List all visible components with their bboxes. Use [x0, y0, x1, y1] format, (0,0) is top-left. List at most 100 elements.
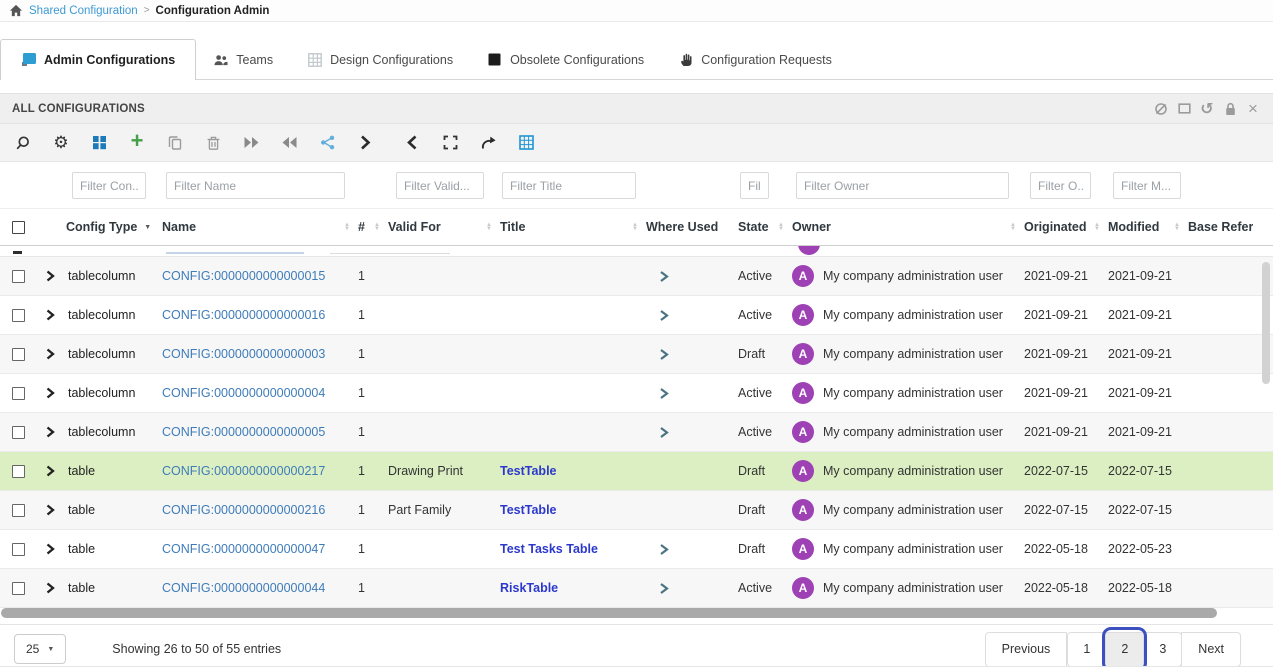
sort-icon[interactable]: ▲▼: [374, 223, 380, 232]
restore-icon[interactable]: [1176, 101, 1192, 117]
page-size-dropdown[interactable]: 25 ▼: [14, 634, 66, 664]
title-link[interactable]: TestTable: [500, 503, 557, 517]
column-header-valid-for[interactable]: Valid For▲▼: [388, 220, 500, 234]
table-icon[interactable]: [507, 124, 545, 162]
redo-icon[interactable]: [469, 124, 507, 162]
filter-input-1[interactable]: [166, 172, 345, 199]
add-icon[interactable]: +: [118, 122, 156, 160]
column-header-where-used[interactable]: Where Used: [646, 220, 738, 234]
table-row[interactable]: table CONFIG:0000000000000217 1 Drawing …: [0, 452, 1273, 491]
row-checkbox[interactable]: [12, 426, 25, 439]
where-used-chevron[interactable]: [658, 309, 669, 322]
column-header-name[interactable]: Name▲▼: [162, 220, 358, 234]
where-used-chevron[interactable]: [658, 270, 669, 283]
column-header-state[interactable]: State▲▼: [738, 220, 792, 234]
column-header-title[interactable]: Title▲▼: [500, 220, 646, 234]
table-row[interactable]: table CONFIG:0000000000000216 1 Part Fam…: [0, 491, 1273, 530]
column-header-originated[interactable]: Originated▲▼: [1024, 220, 1108, 234]
row-checkbox[interactable]: [12, 387, 25, 400]
table-row[interactable]: tablecolumn CONFIG:0000000000000004 1 Ac…: [0, 374, 1273, 413]
sort-icon[interactable]: ▲▼: [1010, 223, 1016, 232]
tab-admin-configurations[interactable]: Admin Configurations: [0, 39, 196, 80]
tab-configuration-requests[interactable]: Configuration Requests: [661, 40, 849, 79]
where-used-chevron[interactable]: [658, 543, 669, 556]
chevron-right-icon[interactable]: [346, 124, 384, 162]
row-expand-chevron-icon[interactable]: [40, 387, 66, 399]
table-row[interactable]: tablecolumn CONFIG:0000000000000016 1 Ac…: [0, 296, 1273, 335]
breadcrumb-link[interactable]: Shared Configuration: [29, 5, 138, 17]
copy-icon[interactable]: [156, 124, 194, 162]
vertical-scrollbar[interactable]: [1262, 262, 1270, 384]
config-name-link[interactable]: CONFIG:0000000000000217: [162, 464, 325, 478]
share-icon[interactable]: [308, 124, 346, 162]
table-row[interactable]: tablecolumn CONFIG:0000000000000003 1 Dr…: [0, 335, 1273, 374]
sort-icon[interactable]: ▲▼: [1174, 223, 1180, 232]
filter-input-4[interactable]: [740, 172, 769, 199]
title-link[interactable]: RiskTable: [500, 581, 558, 595]
filter-input-0[interactable]: [72, 172, 146, 199]
settings-icon[interactable]: ⚙: [42, 124, 80, 162]
sort-icon[interactable]: ▲▼: [778, 223, 784, 232]
row-expand-chevron-icon[interactable]: [40, 426, 66, 438]
chevron-left-icon[interactable]: [393, 124, 431, 162]
fast-forward-icon[interactable]: [232, 124, 270, 162]
previous-page-button[interactable]: Previous: [985, 632, 1068, 667]
filter-input-3[interactable]: [502, 172, 636, 199]
lock-icon[interactable]: [1222, 101, 1238, 117]
page-button-1[interactable]: 1: [1067, 632, 1106, 667]
config-name-link[interactable]: CONFIG:0000000000000003: [162, 347, 325, 361]
row-checkbox[interactable]: [12, 348, 25, 361]
row-expand-chevron-icon[interactable]: [40, 504, 66, 516]
filter-input-6[interactable]: [1030, 172, 1091, 199]
filter-input-5[interactable]: [796, 172, 1009, 199]
config-name-link[interactable]: CONFIG:0000000000000216: [162, 503, 325, 517]
row-expand-chevron-icon[interactable]: [40, 543, 66, 555]
sort-icon[interactable]: ▲▼: [632, 223, 638, 232]
row-checkbox[interactable]: [12, 270, 25, 283]
table-row[interactable]: tablecolumn CONFIG:0000000000000015 1 Ac…: [0, 257, 1273, 296]
tab-design-configurations[interactable]: Design Configurations: [290, 40, 470, 79]
title-link[interactable]: Test Tasks Table: [500, 542, 598, 556]
row-checkbox[interactable]: [12, 582, 25, 595]
tab-obsolete-configurations[interactable]: Obsolete Configurations: [470, 40, 661, 79]
next-page-button[interactable]: Next: [1181, 632, 1241, 667]
delete-icon[interactable]: [194, 124, 232, 162]
row-checkbox[interactable]: [12, 504, 25, 517]
config-name-link[interactable]: CONFIG:0000000000000005: [162, 425, 325, 439]
row-checkbox[interactable]: [12, 465, 25, 478]
config-name-link[interactable]: CONFIG:0000000000000044: [162, 581, 325, 595]
search-icon[interactable]: [4, 124, 42, 162]
where-used-chevron[interactable]: [658, 426, 669, 439]
row-expand-chevron-icon[interactable]: [40, 465, 66, 477]
config-name-link[interactable]: CONFIG:0000000000000016: [162, 308, 325, 322]
undo-icon[interactable]: ↺: [1199, 101, 1215, 117]
home-icon[interactable]: [9, 4, 23, 17]
column-header-modified[interactable]: Modified▲▼: [1108, 220, 1188, 234]
columns-icon[interactable]: [80, 124, 118, 162]
column-header-owner[interactable]: Owner▲▼: [792, 220, 1024, 234]
page-button-3[interactable]: 3: [1143, 632, 1182, 667]
table-row[interactable]: table CONFIG:0000000000000047 1 Test Tas…: [0, 530, 1273, 569]
table-row[interactable]: table CONFIG:0000000000000044 1 RiskTabl…: [0, 569, 1273, 608]
column-filter-caret-icon[interactable]: ▼: [144, 224, 151, 231]
table-row[interactable]: tablecolumn CONFIG:0000000000000005 1 Ac…: [0, 413, 1273, 452]
sort-icon[interactable]: ▲▼: [486, 223, 492, 232]
horizontal-scrollbar[interactable]: [1, 608, 1217, 618]
row-checkbox[interactable]: [12, 309, 25, 322]
row-checkbox[interactable]: [12, 543, 25, 556]
page-button-2[interactable]: 2: [1105, 632, 1144, 667]
refresh-icon[interactable]: [1153, 101, 1169, 117]
where-used-chevron[interactable]: [658, 348, 669, 361]
column-header-base-reference[interactable]: Base Refer: [1188, 220, 1273, 234]
row-expand-chevron-icon[interactable]: [40, 270, 66, 282]
column-header-number[interactable]: #▲▼: [358, 220, 388, 234]
row-expand-chevron-icon[interactable]: [40, 582, 66, 594]
row-expand-chevron-icon[interactable]: [40, 309, 66, 321]
filter-input-2[interactable]: [396, 172, 484, 199]
config-name-link[interactable]: CONFIG:0000000000000015: [162, 269, 325, 283]
tab-teams[interactable]: Teams: [196, 40, 290, 79]
close-icon[interactable]: ×: [1245, 101, 1261, 117]
sort-icon[interactable]: ▲▼: [344, 223, 350, 232]
column-header-config-type[interactable]: Config Type▼: [66, 220, 162, 234]
filter-input-7[interactable]: [1113, 172, 1181, 199]
